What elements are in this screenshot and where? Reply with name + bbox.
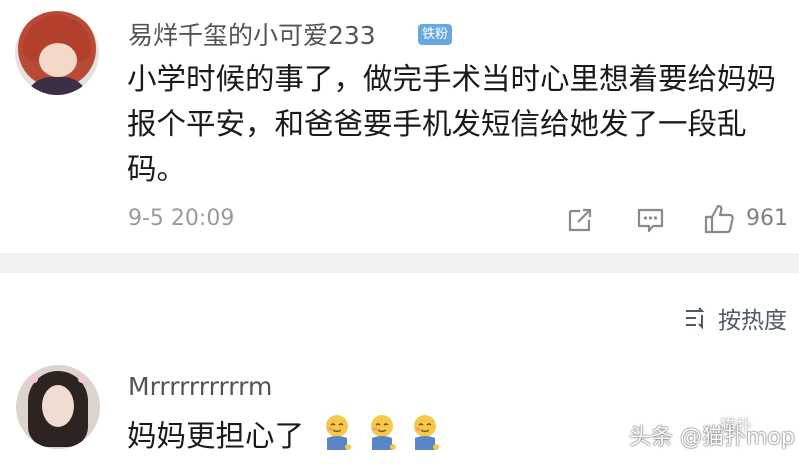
avatar-face [42,385,74,427]
comment-content: 妈妈更担心了 [127,419,305,453]
comment-content: 小学时候的事了，做完手术当时心里想着要给妈妈报个平安，和爸爸要手机发短信给她发了… [127,62,777,186]
avatar-body [25,77,89,95]
section-divider [0,253,799,273]
comment-username[interactable]: 易烊千玺的小可爱233 [128,16,376,52]
fan-badge: 铁粉 [418,24,453,45]
sort-icon [686,307,705,330]
hair-flower [78,375,86,383]
hair-flower [30,375,38,383]
like-count: 961 [746,206,788,231]
shy-smile-emoji [414,415,439,450]
comment-icon[interactable] [636,207,665,234]
avatar[interactable] [16,365,100,449]
share-icon[interactable] [566,206,594,234]
shy-smile-emoji [326,415,351,450]
sort-label: 按热度 [718,308,787,334]
shy-smile-emoji [371,415,396,450]
avatar[interactable] [15,11,99,95]
avatar-face [39,43,77,77]
comment-date: 9-5 20:09 [128,206,235,231]
comment-card: 易烊千玺的小可爱233 铁粉 小学时候的事了，做完手术当时心里想着要给妈妈报个平… [0,0,799,253]
watermark: 头条 @猫扑mop [629,425,795,450]
comment-username[interactable]: Mrrrrrrrrrrm [128,372,272,401]
sort-toggle[interactable]: 按热度 [684,303,787,334]
thumbs-up-icon[interactable] [703,203,736,235]
